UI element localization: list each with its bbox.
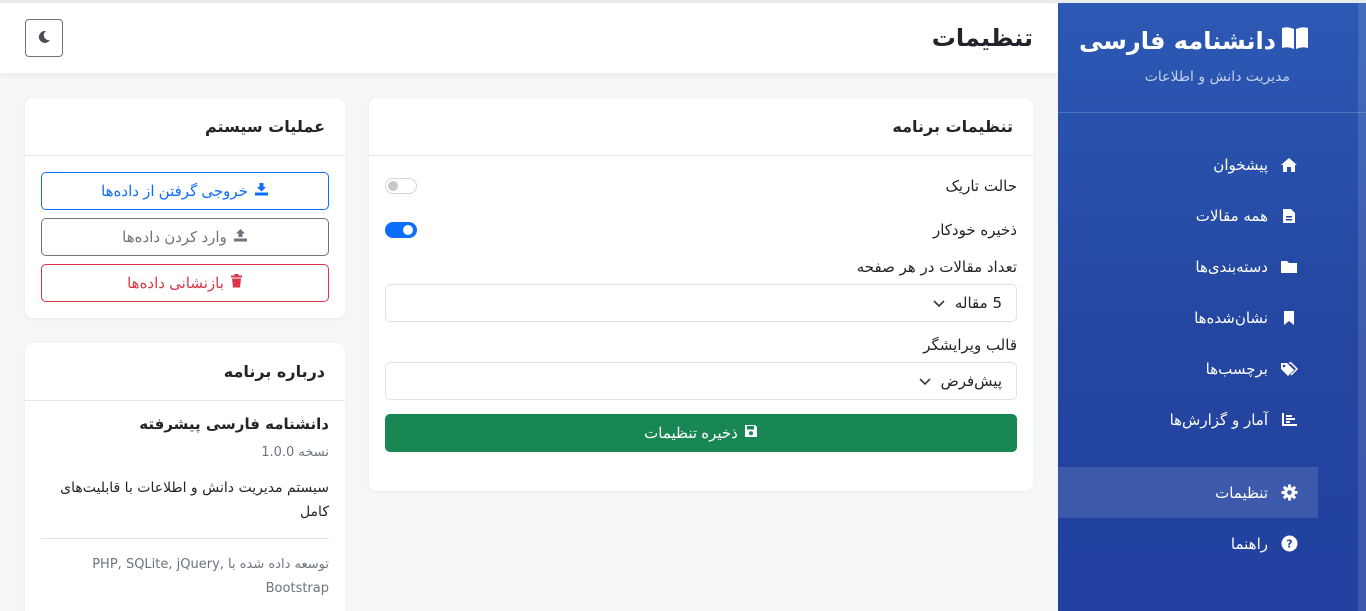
settings-body: حالت تاریک ذخیره خودکار تعداد مقالات در … <box>369 164 1033 452</box>
sidebar-item-label: همه مقالات <box>1195 206 1268 225</box>
import-data-button[interactable]: وارد کردن داده‌ها <box>41 218 329 256</box>
reset-data-label: بازنشانی داده‌ها <box>127 275 224 292</box>
page-title: تنظیمات <box>931 24 1033 52</box>
upload-icon <box>233 228 248 246</box>
home-icon <box>1280 156 1298 174</box>
svg-text:?: ? <box>1286 538 1292 551</box>
gear-icon <box>1280 484 1298 502</box>
brand: دانشنامه فارسی مدیریت دانش و اطلاعات <box>1058 3 1366 113</box>
chart-icon <box>1280 411 1298 429</box>
sidebar-item-categories[interactable]: دسته‌بندی‌ها <box>1058 241 1366 292</box>
per-page-label: تعداد مقالات در هر صفحه <box>856 258 1017 276</box>
brand-subtitle: مدیریت دانش و اطلاعات <box>1144 69 1290 85</box>
per-page-select[interactable]: 5 مقاله <box>385 284 1017 322</box>
settings-card-title: تنظیمات برنامه <box>369 98 1033 156</box>
editor-select[interactable]: پیش‌فرض <box>385 362 1017 400</box>
sidebar-item-label: برچسب‌ها <box>1205 359 1268 378</box>
tags-icon <box>1280 360 1298 378</box>
top-bar: تنظیمات <box>0 3 1058 73</box>
sidebar-item-label: آمار و گزارش‌ها <box>1169 410 1268 429</box>
brand-title[interactable]: دانشنامه فارسی <box>1078 25 1310 57</box>
sidebar-item-label: راهنما <box>1230 534 1268 553</box>
export-data-label: خروجی گرفتن از داده‌ها <box>101 183 248 200</box>
sidebar-scrollbar[interactable] <box>1358 3 1366 611</box>
autosave-switch[interactable] <box>385 222 417 238</box>
dark-mode-switch[interactable] <box>385 178 417 194</box>
app-version: نسخه 1.0.0 <box>261 445 329 460</box>
autosave-row: ذخیره خودکار <box>385 208 1017 252</box>
about-card: درباره برنامه دانشنامه فارسی پیشرفته نسخ… <box>25 343 345 611</box>
bookmark-icon <box>1280 309 1298 327</box>
autosave-label: ذخیره خودکار <box>932 221 1017 239</box>
per-page-value: 5 مقاله <box>954 294 1002 312</box>
download-icon <box>254 182 269 200</box>
trash-icon <box>230 274 243 292</box>
app-name: دانشنامه فارسی پیشرفته <box>139 415 329 433</box>
sidebar-item-bookmarks[interactable]: نشان‌شده‌ها <box>1058 292 1366 343</box>
moon-icon <box>37 28 51 49</box>
sidebar-item-dashboard[interactable]: پیشخوان <box>1058 139 1366 190</box>
app-tech-stack: توسعه داده شده با PHP, SQLite, jQuery, B… <box>92 557 329 596</box>
about-card-title: درباره برنامه <box>25 343 345 401</box>
about-body: دانشنامه فارسی پیشرفته نسخه 1.0.0 سیستم … <box>25 401 345 611</box>
sidebar-item-tags[interactable]: برچسب‌ها <box>1058 343 1366 394</box>
save-settings-label: ذخیره تنظیمات <box>644 425 738 442</box>
system-ops-title: عملیات سیستم <box>25 98 345 156</box>
chevron-down-icon <box>919 372 931 390</box>
editor-value: پیش‌فرض <box>940 372 1002 390</box>
book-icon <box>1280 25 1310 57</box>
sidebar-item-articles[interactable]: همه مقالات <box>1058 190 1366 241</box>
floppy-disk-icon <box>744 424 758 442</box>
theme-toggle-button[interactable] <box>25 19 63 57</box>
question-icon: ? <box>1280 535 1298 553</box>
system-ops-card: عملیات سیستم خروجی گرفتن از داده‌ها وارد… <box>25 98 345 318</box>
file-icon <box>1280 207 1298 225</box>
sidebar: دانشنامه فارسی مدیریت دانش و اطلاعات پیش… <box>1058 3 1366 611</box>
chevron-down-icon <box>933 294 945 312</box>
sidebar-item-label: تنظیمات <box>1215 483 1268 502</box>
reset-data-button[interactable]: بازنشانی داده‌ها <box>41 264 329 302</box>
sidebar-item-label: دسته‌بندی‌ها <box>1195 257 1268 276</box>
save-settings-button[interactable]: ذخیره تنظیمات <box>385 414 1017 452</box>
sidebar-item-help[interactable]: ? راهنما <box>1058 518 1366 569</box>
sidebar-item-label: پیشخوان <box>1213 155 1268 174</box>
app-description: سیستم مدیریت دانش و اطلاعات با قابلیت‌ها… <box>60 480 329 520</box>
folder-icon <box>1280 258 1298 276</box>
sidebar-item-reports[interactable]: آمار و گزارش‌ها <box>1058 394 1366 445</box>
brand-title-text: دانشنامه فارسی <box>1079 27 1276 55</box>
export-data-button[interactable]: خروجی گرفتن از داده‌ها <box>41 172 329 210</box>
sidebar-item-settings[interactable]: تنظیمات <box>1058 467 1318 518</box>
import-data-label: وارد کردن داده‌ها <box>122 229 227 246</box>
editor-label: قالب ویرایشگر <box>923 336 1017 354</box>
dark-mode-label: حالت تاریک <box>945 177 1018 195</box>
sidebar-item-label: نشان‌شده‌ها <box>1194 308 1268 327</box>
divider <box>41 538 329 539</box>
dark-mode-row: حالت تاریک <box>385 164 1017 208</box>
settings-card: تنظیمات برنامه حالت تاریک ذخیره خودکار ت… <box>369 98 1033 491</box>
system-ops-body: خروجی گرفتن از داده‌ها وارد کردن داده‌ها… <box>25 156 345 318</box>
sidebar-nav: پیشخوان همه مقالات دسته‌بندی‌ها نشان‌شده… <box>1058 113 1366 569</box>
